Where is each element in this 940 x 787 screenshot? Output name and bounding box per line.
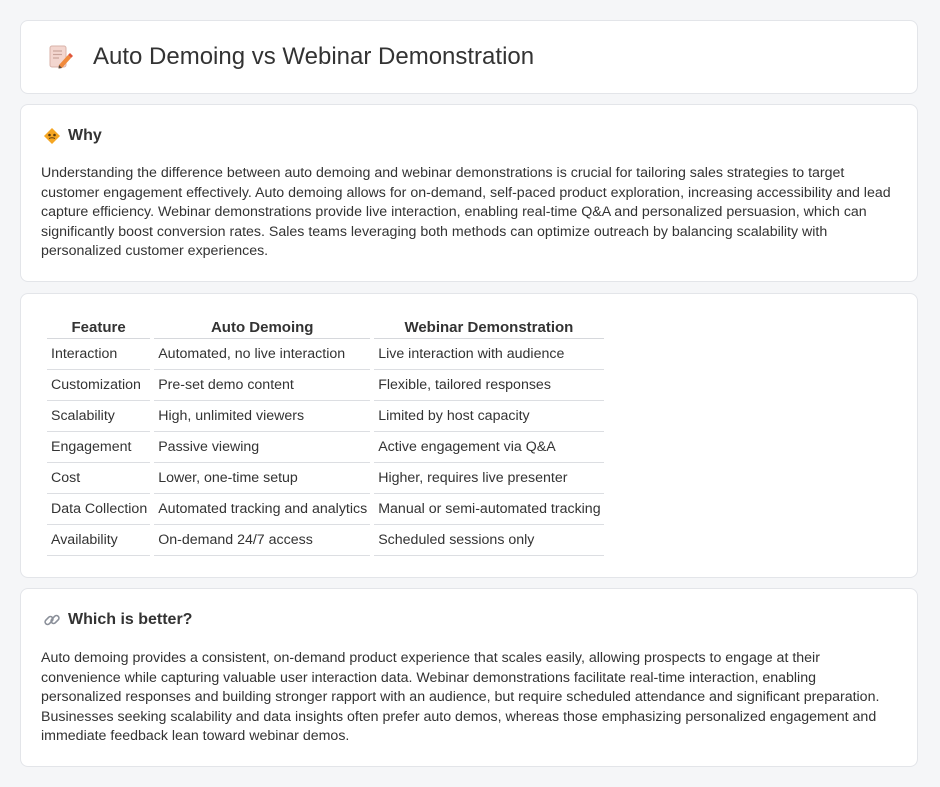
webinar-cell: Scheduled sessions only [374, 525, 604, 556]
feature-cell: Scalability [47, 401, 151, 432]
better-text: Auto demoing provides a consistent, on-d… [41, 650, 880, 745]
header-webinar-demonstration: Webinar Demonstration [374, 316, 604, 339]
which-is-better-card: Which is better? Auto demoing provides a… [20, 588, 918, 767]
why-text: Understanding the difference between aut… [41, 165, 891, 260]
auto-demoing-cell: High, unlimited viewers [154, 401, 371, 432]
webinar-cell: Higher, requires live presenter [374, 463, 604, 494]
auto-demoing-cell: On-demand 24/7 access [154, 525, 371, 556]
auto-demoing-cell: Automated, no live interaction [154, 339, 371, 370]
better-heading: Which is better? [43, 611, 192, 629]
page-title: Auto Demoing vs Webinar Demonstration [93, 43, 535, 70]
auto-demoing-cell: Passive viewing [154, 432, 371, 463]
webinar-cell: Active engagement via Q&A [374, 432, 604, 463]
header-auto-demoing: Auto Demoing [154, 316, 371, 339]
diamond-warning-icon [44, 128, 60, 144]
feature-cell: Engagement [47, 432, 151, 463]
webinar-cell: Limited by host capacity [374, 401, 604, 432]
feature-cell: Data Collection [47, 494, 151, 525]
table-row: Availability On-demand 24/7 access Sched… [47, 525, 604, 556]
webinar-cell: Live interaction with audience [374, 339, 604, 370]
table-row: Cost Lower, one-time setup Higher, requi… [47, 463, 604, 494]
feature-cell: Interaction [47, 339, 151, 370]
table-row: Engagement Passive viewing Active engage… [47, 432, 604, 463]
why-card: Why Understanding the difference between… [20, 104, 918, 282]
title-row: Auto Demoing vs Webinar Demonstration [47, 43, 534, 71]
feature-cell: Cost [47, 463, 151, 494]
auto-demoing-cell: Pre-set demo content [154, 370, 371, 401]
table-header-row: Feature Auto Demoing Webinar Demonstrati… [47, 316, 604, 339]
document-pencil-icon [49, 45, 73, 69]
title-card: Auto Demoing vs Webinar Demonstration [20, 20, 918, 94]
table-row: Scalability High, unlimited viewers Limi… [47, 401, 604, 432]
why-heading: Why [43, 127, 102, 145]
feature-cell: Customization [47, 370, 151, 401]
better-title: Which is better? [68, 611, 193, 628]
auto-demoing-cell: Lower, one-time setup [154, 463, 371, 494]
auto-demoing-cell: Automated tracking and analytics [154, 494, 371, 525]
webinar-cell: Manual or semi-automated tracking [374, 494, 604, 525]
comparison-card: Feature Auto Demoing Webinar Demonstrati… [20, 293, 918, 578]
table-row: Customization Pre-set demo content Flexi… [47, 370, 604, 401]
webinar-cell: Flexible, tailored responses [374, 370, 604, 401]
header-feature: Feature [47, 316, 151, 339]
link-icon [44, 614, 60, 626]
feature-cell: Availability [47, 525, 151, 556]
why-title: Why [68, 127, 102, 144]
comparison-table: Feature Auto Demoing Webinar Demonstrati… [43, 316, 608, 556]
table-row: Interaction Automated, no live interacti… [47, 339, 604, 370]
table-row: Data Collection Automated tracking and a… [47, 494, 604, 525]
